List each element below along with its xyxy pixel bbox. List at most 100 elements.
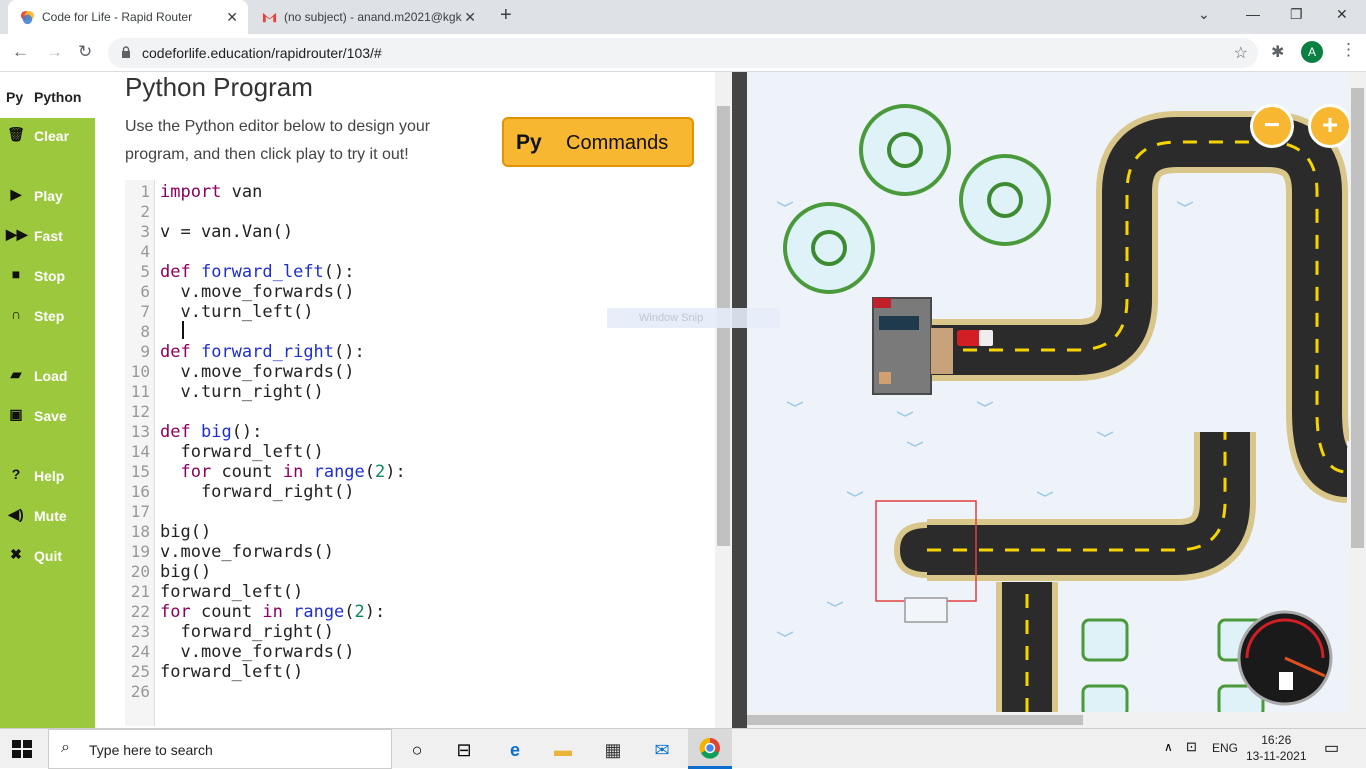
file-explorer-icon[interactable]: ▬ (550, 737, 576, 763)
line-number: 25 (130, 662, 150, 681)
python-tab-label: Python (34, 89, 82, 105)
commands-button[interactable]: Py Commands (502, 117, 694, 167)
chrome-icon (699, 737, 720, 759)
line-number: 6 (140, 282, 150, 301)
folder-icon: ▰ (10, 366, 22, 382)
edge-icon[interactable]: e (502, 737, 528, 763)
back-icon[interactable]: ← (12, 42, 29, 62)
minimize-icon[interactable]: — (1246, 6, 1260, 22)
code-for-life-favicon (20, 10, 35, 25)
window-close-icon[interactable]: ✕ (1336, 6, 1348, 23)
close-tab-icon[interactable]: ✕ (226, 0, 238, 34)
profile-avatar[interactable]: A (1301, 41, 1323, 63)
code-line: for count in range(2): (160, 602, 386, 622)
tab-gmail[interactable]: (no subject) - anand.m2021@kgk ✕ (250, 0, 486, 34)
network-icon[interactable]: ⊡ (1186, 739, 1197, 755)
code-line: def big(): (160, 422, 263, 442)
van-sprite (957, 330, 993, 346)
play-icon: ▶ (10, 186, 22, 202)
editor-scrollbar[interactable] (715, 72, 732, 728)
url-text: codeforlife.education/rapidrouter/103/# (142, 45, 382, 61)
bookmark-star-icon[interactable]: ☆ (1234, 43, 1248, 63)
task-view-icon[interactable]: ⊟ (451, 737, 477, 763)
code-line: v.move_forwards() (160, 362, 355, 382)
line-number: 23 (130, 622, 150, 641)
restore-icon[interactable]: ❐ (1290, 6, 1303, 23)
page-scrollbar[interactable] (1349, 72, 1366, 728)
panel-splitter[interactable] (732, 72, 747, 728)
python-tab[interactable]: Py Python (0, 72, 95, 118)
scrollbar-thumb[interactable] (747, 715, 1083, 725)
line-number: 24 (130, 642, 150, 661)
menu-icon[interactable]: ⋮ (1340, 40, 1357, 60)
line-number: 12 (130, 402, 150, 421)
game-sidebar: Py Python 🗑 Clear ▶ Play ▶▶ Fast ■ Stop ∩ Ste… (0, 72, 95, 728)
line-number: 17 (130, 502, 150, 521)
store-icon[interactable]: ▦ (600, 737, 626, 763)
save-button[interactable]: ▣ Save (0, 402, 95, 430)
code-line: forward_left() (160, 442, 324, 462)
stop-button[interactable]: ■ Stop (0, 262, 95, 290)
code-line: v.turn_right() (160, 382, 324, 402)
mail-icon[interactable]: ✉ (649, 737, 675, 763)
taskbar-search-box[interactable]: ⌕ Type here to search (48, 729, 392, 769)
extensions-icon[interactable]: ✱ (1271, 42, 1284, 62)
snowy-trees (783, 104, 1051, 294)
python-editor-panel: Python Program Use the Python editor bel… (95, 72, 732, 728)
close-tab-icon[interactable]: ✕ (464, 0, 476, 34)
tab-search-icon[interactable]: ⌄ (1198, 6, 1210, 23)
line-number: 21 (130, 582, 150, 601)
line-number: 14 (130, 442, 150, 461)
tab-rapid-router[interactable]: Code for Life - Rapid Router ✕ (8, 0, 248, 34)
tray-chevron-icon[interactable]: ∧ (1164, 740, 1173, 754)
editor-description: Use the Python editor below to design yo… (125, 118, 431, 163)
line-number: 8 (140, 322, 150, 341)
quit-button[interactable]: ✖ Quit (0, 542, 95, 570)
taskbar-clock[interactable]: 16:26 13-11-2021 (1246, 732, 1307, 764)
forward-icon[interactable]: → (46, 42, 63, 62)
chrome-taskbar-button[interactable] (688, 729, 732, 769)
game-map[interactable]: − + (747, 72, 1349, 712)
windows-start-icon[interactable] (12, 740, 32, 758)
gmail-icon (262, 12, 277, 23)
close-icon: ✖ (10, 546, 22, 562)
clock-date: 13-11-2021 (1246, 749, 1307, 763)
destination-house (904, 597, 948, 623)
address-bar[interactable]: codeforlife.education/rapidrouter/103/# … (108, 38, 1258, 68)
trash-icon: 🗑 (7, 126, 25, 142)
page-title: Python Program (125, 72, 313, 102)
code-line: import van (160, 182, 263, 202)
line-number: 9 (140, 342, 150, 361)
search-placeholder: Type here to search (89, 742, 213, 758)
zoom-out-button[interactable]: − (1250, 104, 1294, 148)
help-button[interactable]: ? Help (0, 462, 95, 490)
line-number-gutter: 1 2 3 4 5 6 7 8 9 10 11 12 13 14 15 16 17 18 19 20 21 22 23 24 2… (125, 180, 155, 726)
search-icon: ⌕ (61, 739, 70, 756)
scrollbar-thumb[interactable] (1351, 88, 1364, 548)
code-line: def forward_left(): (160, 262, 355, 282)
new-tab-icon[interactable]: + (500, 4, 512, 27)
browser-toolbar: ← → ↻ codeforlife.education/rapidrouter/… (0, 34, 1366, 72)
code-editor[interactable]: 1 2 3 4 5 6 7 8 9 10 11 12 13 14 15 16 17 18 19 20 21 22 23 24 2… (125, 180, 680, 726)
notification-icon[interactable]: ▭ (1324, 738, 1339, 758)
mute-button[interactable]: ◀) Mute (0, 502, 95, 530)
zoom-in-button[interactable]: + (1308, 104, 1349, 148)
line-number: 7 (140, 302, 150, 321)
line-number: 13 (130, 422, 150, 441)
play-button[interactable]: ▶ Play (0, 182, 95, 210)
speaker-icon: ◀) (8, 506, 24, 522)
fast-button[interactable]: ▶▶ Fast (0, 222, 95, 250)
tab-title: Code for Life - Rapid Router (42, 10, 193, 24)
reload-icon[interactable]: ↻ (78, 42, 92, 62)
cortana-icon[interactable]: ○ (404, 737, 430, 763)
language-indicator[interactable]: ENG (1212, 741, 1238, 755)
step-button[interactable]: ∩ Step (0, 302, 95, 330)
load-button[interactable]: ▰ Load (0, 362, 95, 390)
clear-button[interactable]: 🗑 Clear (0, 122, 95, 150)
text-cursor (182, 321, 184, 339)
line-number: 15 (130, 462, 150, 481)
code-line: v = van.Van() (160, 222, 294, 242)
map-horizontal-scrollbar[interactable] (747, 712, 1349, 728)
step-icon: ∩ (10, 306, 22, 322)
